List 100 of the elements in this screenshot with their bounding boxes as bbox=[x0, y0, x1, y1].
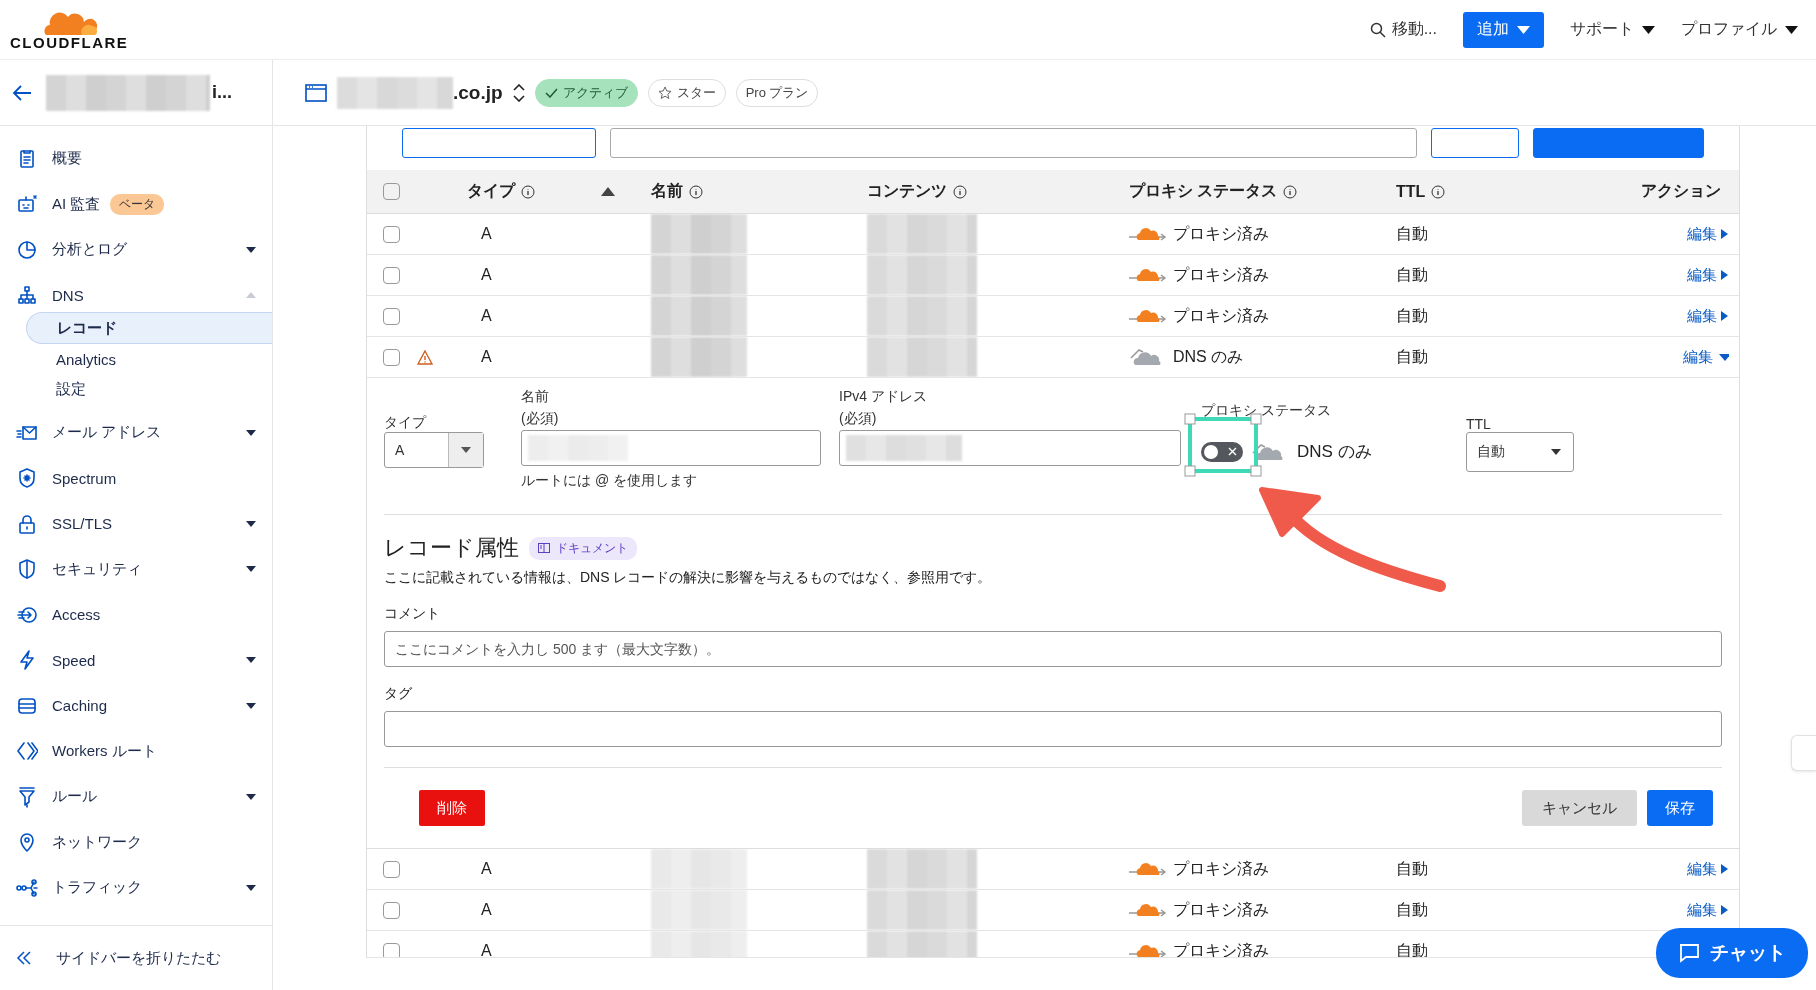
shield-icon bbox=[16, 467, 38, 490]
star-button[interactable]: スター bbox=[647, 78, 726, 107]
cancel-button[interactable]: キャンセル bbox=[1522, 790, 1637, 826]
column-header[interactable]: アクション bbox=[1601, 181, 1739, 202]
field-label: タグ bbox=[384, 685, 413, 703]
menu-dropdown[interactable]: プロファイル bbox=[1681, 19, 1798, 40]
caret-icon bbox=[1721, 905, 1729, 915]
column-header[interactable]: タイプ bbox=[467, 181, 601, 202]
sidebar-item[interactable]: Caching bbox=[0, 683, 272, 729]
sidebar-label: Speed bbox=[52, 651, 96, 669]
row-checkbox[interactable] bbox=[383, 225, 400, 243]
cloudflare-logo[interactable]: CLOUDFLARE bbox=[10, 8, 129, 51]
info-icon bbox=[521, 184, 535, 199]
address-input[interactable] bbox=[839, 430, 1181, 466]
column-header[interactable]: 名前 bbox=[651, 181, 867, 202]
proxy-status: DNS のみ bbox=[1297, 441, 1372, 463]
comment-input[interactable]: ここにコメントを入力し 500 ます（最大文字数）。 bbox=[384, 631, 1722, 667]
sidebar-item[interactable]: メール アドレス bbox=[0, 410, 272, 456]
check-icon bbox=[544, 87, 558, 98]
ttl-value: 自動 bbox=[1396, 264, 1428, 285]
type-select[interactable]: A bbox=[384, 432, 484, 468]
browser-window-icon bbox=[305, 82, 327, 103]
sort-arrow-icon[interactable] bbox=[601, 187, 615, 196]
sidebar-item[interactable]: 概要 bbox=[0, 136, 272, 182]
sidebar-subitem[interactable]: Analytics bbox=[26, 344, 272, 374]
menu-dropdown[interactable]: サポート bbox=[1570, 19, 1655, 40]
caret-icon bbox=[246, 702, 256, 709]
caret-icon bbox=[1721, 270, 1729, 280]
caret-icon bbox=[1721, 229, 1729, 239]
status-badge: アクティブ bbox=[534, 78, 638, 107]
chat-button[interactable]: チャット bbox=[1656, 928, 1808, 978]
sidebar-label: 分析とログ bbox=[52, 240, 127, 260]
sidebar-label: Workers ルート bbox=[52, 741, 157, 761]
field-label: IPv4 アドレス bbox=[839, 388, 928, 406]
edit-link[interactable]: 編集 bbox=[1687, 265, 1729, 285]
sidebar-item[interactable]: SSL/TLS bbox=[0, 501, 272, 547]
add-button[interactable]: 追加 bbox=[1463, 11, 1544, 48]
delete-button[interactable]: 削除 bbox=[419, 790, 485, 826]
sidebar-label: トラフィック bbox=[52, 878, 142, 898]
collapse-sidebar-button[interactable]: サイドバーを折りたたむ bbox=[0, 925, 272, 990]
proxy-status: プロキシ済み bbox=[1173, 858, 1269, 879]
record-type: A bbox=[481, 225, 492, 243]
search-field[interactable] bbox=[610, 128, 1417, 158]
back-arrow-icon[interactable] bbox=[12, 83, 32, 102]
column-header[interactable]: プロキシ ステータス bbox=[1129, 181, 1396, 202]
sidebar-label: SSL/TLS bbox=[52, 515, 113, 533]
select-all-checkbox[interactable] bbox=[383, 183, 400, 200]
edit-link[interactable]: 編集 bbox=[1687, 224, 1729, 244]
record-type: A bbox=[481, 348, 492, 366]
sidebar-subitem[interactable]: レコード bbox=[26, 312, 272, 344]
required-note: (必須) bbox=[839, 410, 878, 428]
documentation-link[interactable]: ドキュメント bbox=[529, 536, 637, 560]
record-type: A bbox=[481, 860, 492, 878]
sidebar-item[interactable]: Workers ルート bbox=[0, 728, 272, 774]
proxy-status: プロキシ済み bbox=[1173, 305, 1269, 326]
column-header[interactable]: TTL bbox=[1396, 182, 1601, 201]
edit-link[interactable]: 編集 bbox=[1683, 347, 1729, 367]
double-chevron-icon bbox=[16, 951, 32, 965]
sidebar-item[interactable]: トラフィック bbox=[0, 865, 272, 911]
column-header[interactable]: コンテンツ bbox=[867, 181, 1129, 202]
row-checkbox[interactable] bbox=[383, 901, 400, 919]
filter-button[interactable] bbox=[402, 128, 596, 158]
field-label: TTL bbox=[1466, 416, 1491, 432]
row-checkbox[interactable] bbox=[383, 266, 400, 284]
row-checkbox[interactable] bbox=[383, 860, 400, 878]
name-input[interactable] bbox=[521, 430, 821, 466]
sidebar-item[interactable]: ネットワーク bbox=[0, 819, 272, 865]
sidebar-subitem[interactable]: 設定 bbox=[26, 374, 272, 404]
caret-icon bbox=[1517, 25, 1530, 34]
sidebar-label: Spectrum bbox=[52, 469, 117, 487]
proxy-status: プロキシ済み bbox=[1173, 264, 1269, 285]
sidebar-item[interactable]: ルール bbox=[0, 774, 272, 820]
save-button[interactable]: 保存 bbox=[1647, 790, 1713, 826]
row-checkbox[interactable] bbox=[383, 307, 400, 325]
search-link[interactable]: 移動... bbox=[1369, 19, 1437, 40]
sidebar-item[interactable]: 分析とログ bbox=[0, 227, 272, 273]
row-checkbox[interactable] bbox=[383, 348, 400, 366]
caret-icon bbox=[246, 566, 256, 573]
x-icon bbox=[1228, 446, 1237, 456]
proxy-toggle[interactable] bbox=[1201, 441, 1243, 462]
edit-link[interactable]: 編集 bbox=[1687, 859, 1729, 879]
ttl-value: 自動 bbox=[1396, 858, 1428, 879]
field-label: 名前 bbox=[521, 388, 550, 406]
proxied-cloud-icon bbox=[1129, 942, 1167, 957]
sidebar-label: DNS bbox=[52, 286, 84, 304]
switcher-icon[interactable] bbox=[512, 83, 525, 102]
ttl-select[interactable]: 自動 bbox=[1466, 432, 1574, 472]
toolbar-button[interactable] bbox=[1431, 128, 1519, 158]
field-label: プロキシ ステータス bbox=[1201, 402, 1331, 420]
sidebar-item[interactable]: Spectrum bbox=[0, 455, 272, 501]
caret-icon bbox=[1551, 449, 1561, 455]
tag-input[interactable] bbox=[384, 711, 1722, 747]
sidebar-item[interactable]: AI 監査 ベータ bbox=[0, 181, 272, 227]
row-checkbox[interactable] bbox=[383, 942, 400, 957]
edit-link[interactable]: 編集 bbox=[1687, 306, 1729, 326]
sidebar-item[interactable]: セキュリティ bbox=[0, 546, 272, 592]
sidebar-item[interactable]: Access bbox=[0, 592, 272, 638]
edit-link[interactable]: 編集 bbox=[1687, 900, 1729, 920]
info-icon bbox=[953, 184, 967, 199]
sidebar-item[interactable]: Speed bbox=[0, 637, 272, 683]
